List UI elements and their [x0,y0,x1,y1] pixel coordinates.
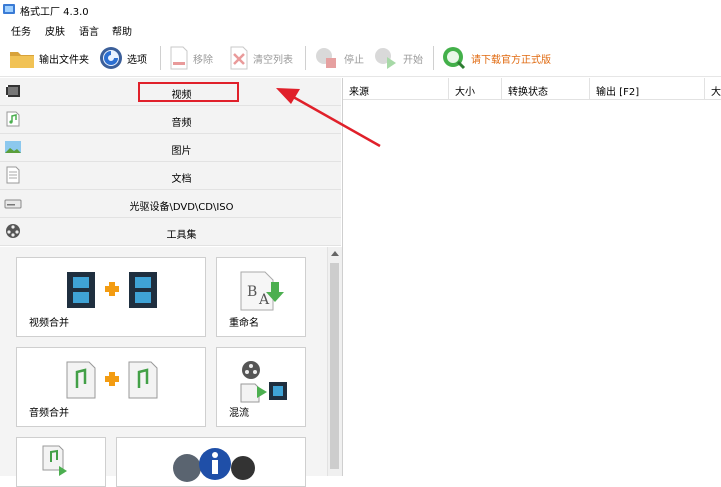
red-annotation-arrow [276,88,381,148]
